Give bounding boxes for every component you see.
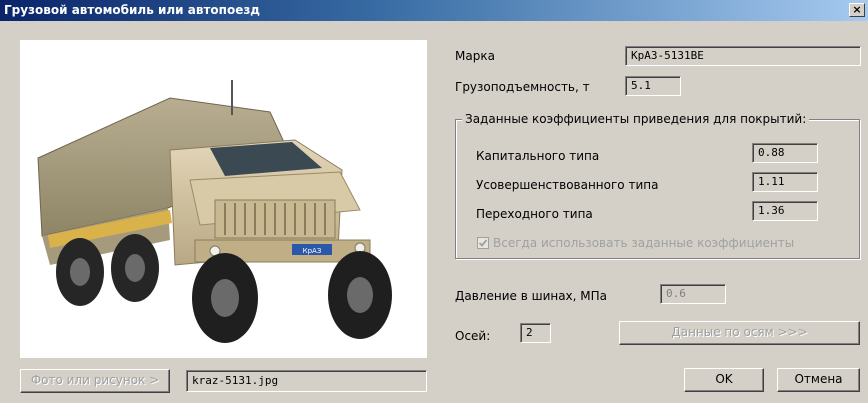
capacity-field[interactable]: 5.1: [625, 76, 681, 96]
cancel-button[interactable]: Отмена: [777, 368, 860, 392]
photo-button[interactable]: Фото или рисунок >: [20, 369, 170, 393]
coef-capital-field[interactable]: 0.88: [752, 143, 818, 163]
capacity-label: Грузоподъемность, т: [455, 80, 590, 94]
coef-capital-label: Капитального типа: [476, 149, 600, 163]
coef-transitional-field[interactable]: 1.36: [752, 201, 818, 221]
coefficients-group-title: Заданные коэффициенты приведения для пок…: [462, 112, 810, 126]
window-title: Грузовой автомобиль или автопоезд: [4, 3, 260, 17]
checkmark-icon: [478, 239, 488, 247]
axles-field[interactable]: 2: [520, 323, 551, 343]
pressure-field[interactable]: 0.6: [660, 284, 726, 304]
pressure-label: Давление в шинах, МПа: [455, 289, 608, 303]
coef-improved-label: Усовершенствованного типа: [476, 178, 659, 192]
brand-label: Марка: [455, 49, 495, 63]
axles-data-button[interactable]: Данные по осям >>>: [619, 321, 860, 345]
title-bar[interactable]: Грузовой автомобиль или автопоезд ×: [0, 0, 868, 21]
brand-field[interactable]: КрАЗ-5131ВЕ: [625, 46, 861, 66]
dialog-window: Грузовой автомобиль или автопоезд × КрАЗ…: [0, 0, 868, 403]
axles-label: Осей:: [455, 329, 491, 343]
close-button[interactable]: ×: [849, 3, 865, 17]
coef-improved-field[interactable]: 1.11: [752, 172, 818, 192]
coef-transitional-label: Переходного типа: [476, 207, 593, 221]
always-use-label: Всегда использовать заданные коэффициент…: [493, 236, 795, 250]
always-use-checkbox[interactable]: [477, 237, 489, 249]
truck-photo: КрАЗ: [20, 40, 427, 358]
plate-label: КрАЗ: [303, 247, 322, 255]
photo-file-field[interactable]: kraz-5131.jpg: [186, 370, 427, 392]
truck-illustration: КрАЗ: [37, 80, 392, 343]
close-icon: ×: [852, 3, 862, 16]
ok-button[interactable]: OK: [684, 368, 764, 392]
